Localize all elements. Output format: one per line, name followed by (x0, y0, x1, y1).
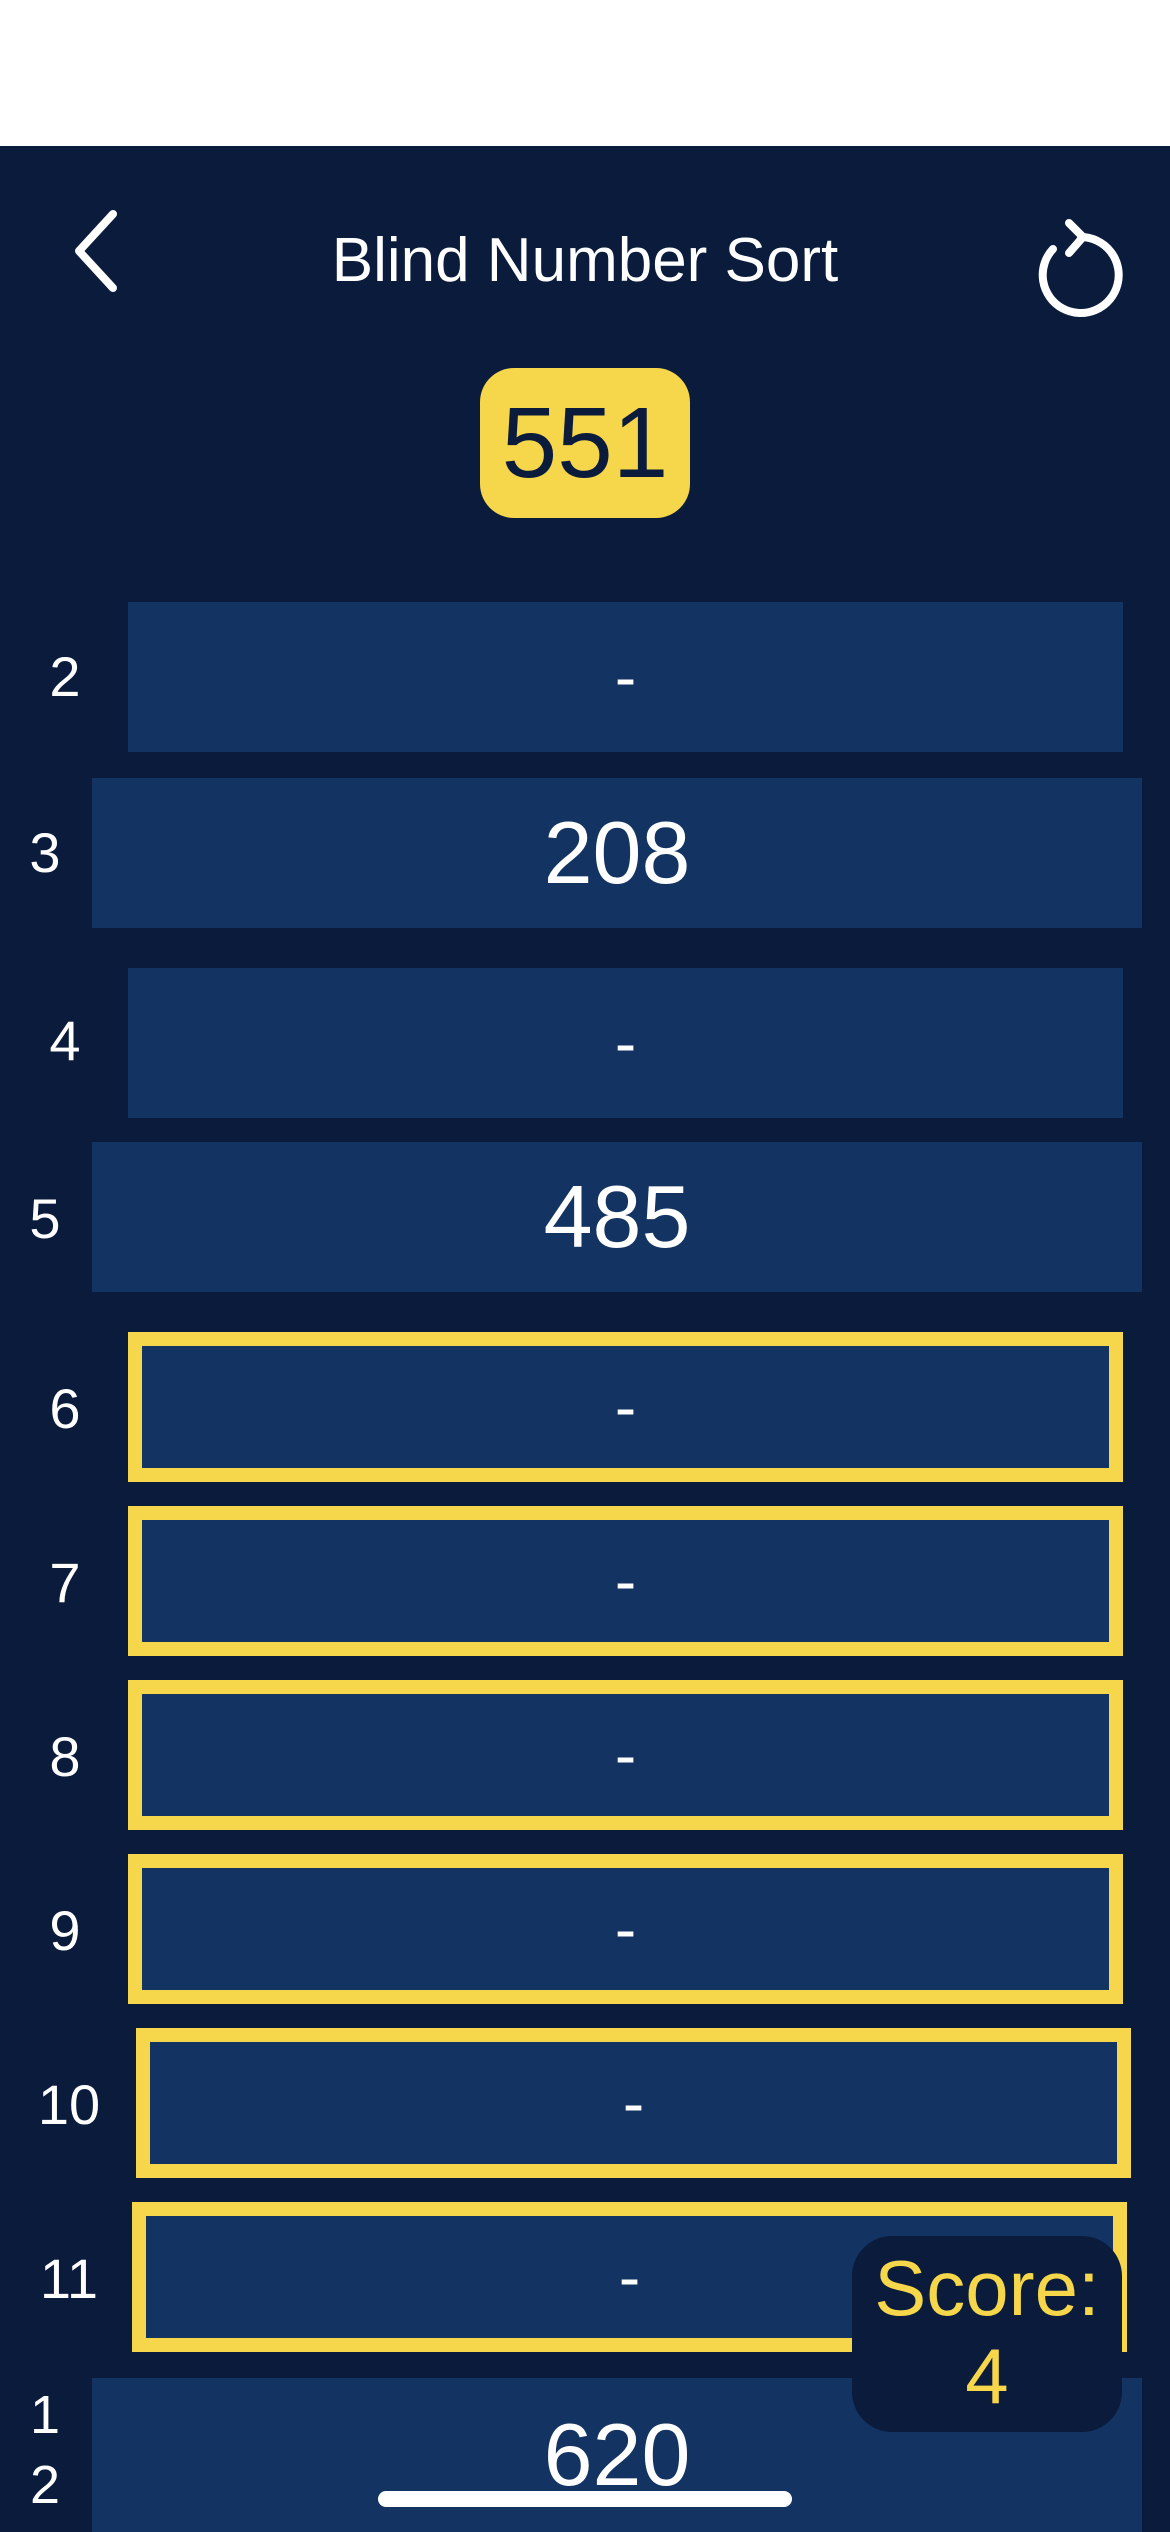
slot-label: 10 (37, 2073, 101, 2136)
slot-label: 3 (29, 821, 61, 884)
score-box: Score: 4 (852, 2236, 1122, 2432)
slot-label-line: 2 (29, 2455, 61, 2515)
slot[interactable]: - (128, 1332, 1123, 1482)
page-title: Blind Number Sort (331, 226, 839, 295)
slot: 485 (92, 1142, 1142, 1292)
restart-icon (1038, 219, 1123, 317)
current-number-badge: 551 (480, 368, 690, 518)
slot[interactable]: - (128, 1854, 1123, 2004)
slot-label: 6 (49, 1377, 81, 1440)
slot-label: 1 2 (0, 2380, 90, 2520)
slot[interactable]: - (136, 2028, 1131, 2178)
slot-label: 7 (49, 1551, 81, 1614)
game-screen: Blind Number Sort 551 2 - 3 208 4 - 5 48… (0, 146, 1170, 2532)
slot[interactable]: - (128, 1680, 1123, 1830)
slot-label-line: 1 (29, 2385, 61, 2445)
slot-label: 9 (49, 1899, 81, 1962)
home-indicator[interactable] (378, 2491, 792, 2507)
slot[interactable]: - (128, 968, 1123, 1118)
slot-label: 5 (29, 1187, 61, 1250)
slot[interactable]: - (128, 602, 1123, 752)
slot-label: 8 (49, 1725, 81, 1788)
slot: 208 (92, 778, 1142, 928)
slot-label: 11 (39, 2247, 99, 2310)
status-bar-area (0, 0, 1170, 146)
score-value: 4 (965, 2332, 1009, 2420)
slot[interactable]: - (128, 1506, 1123, 1656)
slot-label: 4 (49, 1009, 81, 1072)
score-label: Score: (874, 2244, 1100, 2332)
slot-label: 2 (49, 645, 81, 708)
restart-button[interactable] (1020, 216, 1130, 326)
